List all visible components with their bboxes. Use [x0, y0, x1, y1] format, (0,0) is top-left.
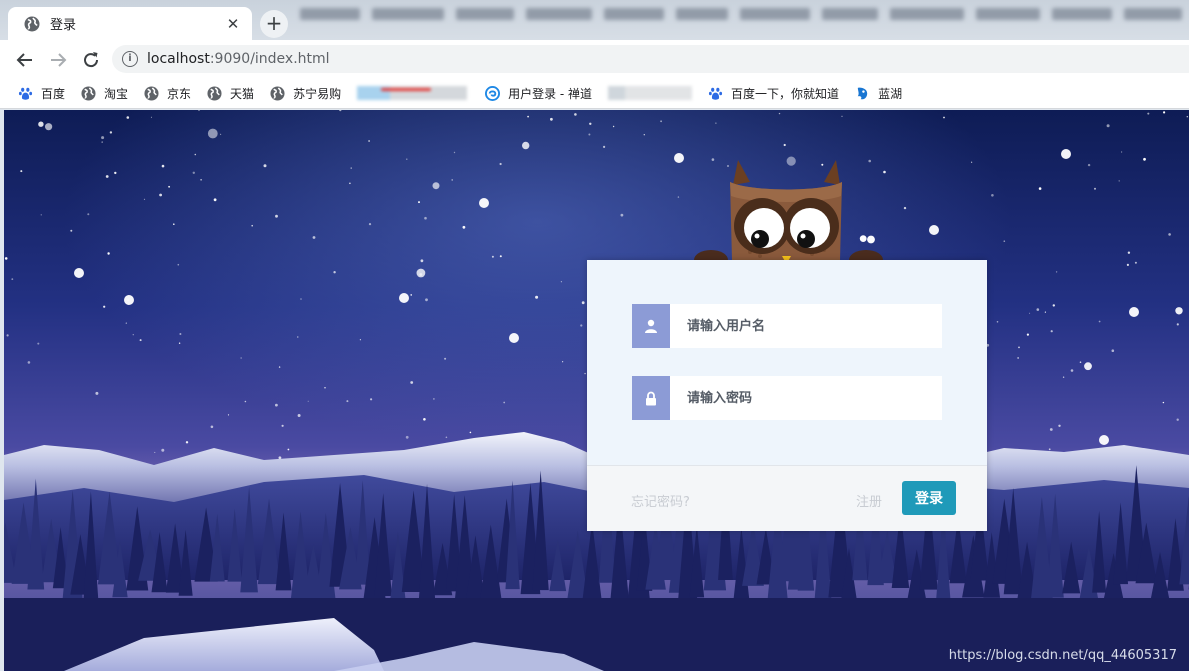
login-panel: 忘记密码? 注册 登录 — [587, 260, 987, 531]
bookmark-zentao[interactable]: 用户登录 - 禅道 — [485, 85, 592, 102]
user-icon — [632, 304, 670, 348]
globe-icon — [207, 85, 222, 101]
bookmark-label: 苏宁易购 — [293, 86, 342, 101]
username-field — [632, 304, 942, 348]
bookmark-suning[interactable]: 苏宁易购 — [270, 85, 341, 102]
bookmark-baidu[interactable]: 百度 — [18, 85, 65, 102]
login-panel-footer: 忘记密码? 注册 登录 — [587, 465, 987, 531]
blurred-bookmark[interactable] — [608, 86, 693, 100]
url-host: localhost — [147, 51, 210, 67]
globe-icon — [270, 85, 285, 101]
close-tab-icon[interactable]: ✕ — [224, 15, 242, 33]
reload-icon[interactable] — [80, 49, 102, 71]
watermark: https://blog.csdn.net/qq_44605317 — [948, 648, 1177, 663]
browser-toolbar: i localhost :9090/index.html — [0, 40, 1189, 78]
tab-title: 登录 — [50, 18, 77, 33]
username-input[interactable] — [670, 304, 942, 348]
password-input[interactable] — [670, 376, 942, 420]
new-tab-button[interactable]: + — [260, 10, 288, 38]
lock-icon — [632, 376, 670, 420]
blurred-tabs — [300, 4, 1185, 24]
bookmark-label: 百度 — [41, 86, 66, 101]
bookmark-label: 百度一下，你就知道 — [731, 86, 840, 101]
lanhu-icon — [857, 87, 868, 99]
login-button[interactable]: 登录 — [902, 481, 956, 515]
bookmark-label: 淘宝 — [104, 86, 129, 101]
baidu-paw-icon — [708, 87, 723, 100]
url-path: :9090/index.html — [209, 51, 330, 67]
bookmark-baidu-search[interactable]: 百度一下，你就知道 — [708, 85, 839, 102]
forgot-password-link[interactable]: 忘记密码? — [631, 491, 690, 510]
bookmark-taobao[interactable]: 淘宝 — [81, 85, 128, 102]
zentao-icon — [485, 85, 501, 101]
back-arrow-icon[interactable] — [14, 49, 36, 71]
bookmark-label: 京东 — [167, 86, 192, 101]
bookmarks-bar: 百度 淘宝 京东 天猫 苏宁易购 用户登录 - 禅道 百度一下，你就知道 蓝湖 — [0, 78, 1189, 109]
browser-tab-active[interactable]: 登录 ✕ — [8, 7, 252, 40]
bookmark-jd[interactable]: 京东 — [144, 85, 191, 102]
globe-icon — [24, 16, 40, 31]
bookmark-label: 天猫 — [230, 86, 255, 101]
bookmark-label: 用户登录 - 禅道 — [508, 86, 593, 101]
address-bar[interactable]: i localhost :9090/index.html — [112, 45, 1189, 73]
globe-icon — [81, 85, 96, 101]
bookmark-tmall[interactable]: 天猫 — [207, 85, 254, 102]
register-link[interactable]: 注册 — [856, 491, 882, 510]
page-viewport: 忘记密码? 注册 登录 https://blog.csdn.net/qq_446… — [4, 110, 1189, 671]
globe-icon — [144, 85, 159, 101]
baidu-paw-icon — [18, 87, 33, 100]
bookmark-lanhu[interactable]: 蓝湖 — [855, 85, 902, 102]
blurred-bookmark[interactable] — [357, 86, 468, 100]
password-field — [632, 376, 942, 420]
forward-arrow-icon[interactable] — [47, 49, 69, 71]
info-icon[interactable]: i — [122, 51, 138, 67]
owl-mascot — [694, 160, 883, 270]
browser-tabstrip: 登录 ✕ + — [0, 0, 1189, 40]
bookmark-label: 蓝湖 — [878, 86, 903, 101]
